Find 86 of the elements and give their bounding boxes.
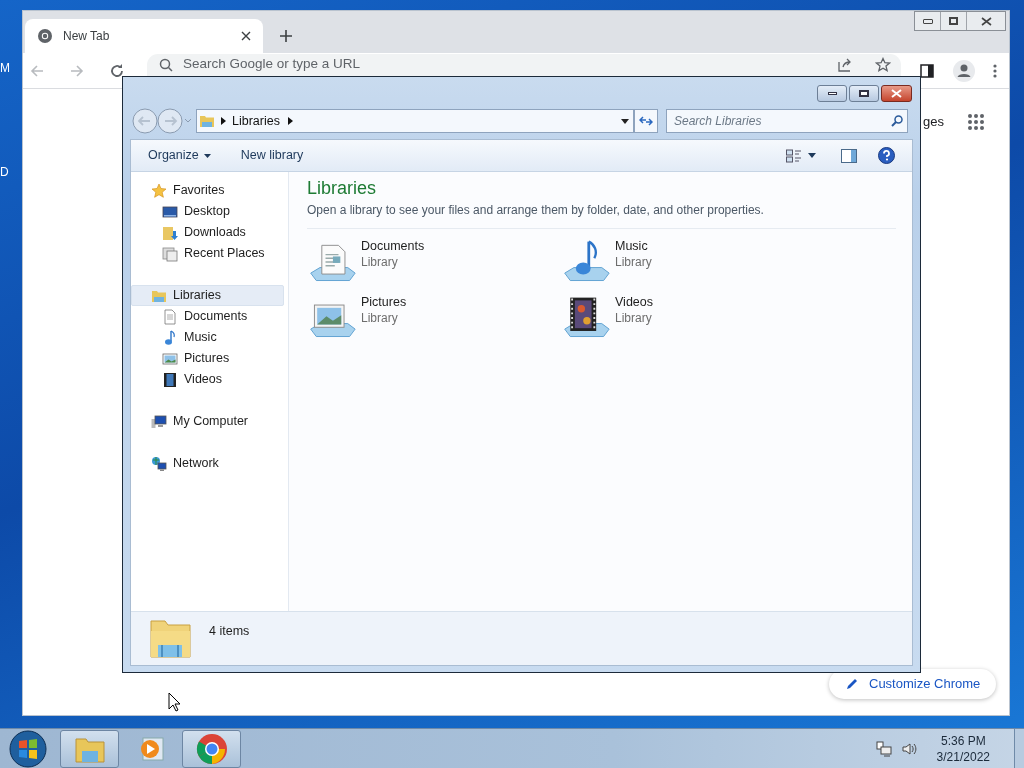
nav-item[interactable]: Desktop	[131, 201, 284, 222]
star-icon	[151, 182, 167, 199]
library-type: Library	[615, 310, 653, 326]
mouse-cursor-icon	[168, 692, 181, 712]
folder-icon	[162, 224, 178, 241]
library-item[interactable]: Videos Library	[561, 294, 815, 342]
nav-item[interactable]: Favorites	[131, 180, 284, 201]
maximize-button[interactable]	[849, 85, 879, 102]
omnibox-field[interactable]: Search Google or type a URL	[147, 53, 901, 76]
close-icon	[980, 16, 992, 26]
close-icon	[891, 89, 902, 98]
clock-date[interactable]: 3/21/2022	[936, 748, 990, 765]
desktop-icon-label: D	[0, 164, 9, 181]
breadcrumb-arrow-icon[interactable]	[221, 117, 226, 125]
library-type: Library	[615, 254, 652, 270]
nav-item[interactable]: Recent Places	[131, 243, 284, 264]
page-heading: Libraries	[307, 177, 378, 199]
folder-icon	[199, 113, 215, 129]
side-panel-icon[interactable]	[919, 62, 935, 79]
apps-grid-icon[interactable]	[967, 113, 985, 131]
library-type: Library	[361, 254, 399, 270]
recent-places-icon	[162, 245, 178, 262]
search-field[interactable]: Search Libraries	[666, 109, 908, 133]
page-description: Open a library to see your files and arrange them by folder, date, and other properties.	[307, 202, 765, 219]
images-link[interactable]: ges	[923, 112, 944, 132]
desktop-icon-label: M	[0, 60, 10, 77]
nav-item[interactable]: Network	[131, 453, 284, 474]
view-options-icon[interactable]	[786, 148, 802, 163]
dropdown-arrow-icon[interactable]	[808, 153, 816, 158]
film-icon	[162, 371, 178, 388]
picture-icon	[162, 350, 178, 367]
chrome-logo-icon	[37, 28, 53, 44]
nav-item[interactable]: Videos	[131, 369, 284, 390]
help-icon[interactable]	[878, 147, 895, 164]
new-library-button[interactable]: New library	[240, 146, 304, 165]
speaker-icon[interactable]	[900, 740, 917, 757]
nav-item[interactable]: Downloads	[131, 222, 284, 243]
dropdown-arrow-icon[interactable]	[621, 118, 629, 124]
nav-item[interactable]: My Computer	[131, 411, 284, 432]
breadcrumb-item[interactable]: Libraries	[232, 111, 280, 131]
music-note-icon	[162, 329, 178, 346]
nav-item[interactable]: Music	[131, 327, 284, 348]
library-name: Pictures	[361, 294, 407, 310]
close-button[interactable]	[881, 85, 912, 102]
library-name: Music	[615, 238, 649, 254]
library-item[interactable]: Music Library	[561, 238, 815, 286]
customize-chrome-button[interactable]: Customize Chrome	[829, 669, 997, 699]
address-bar[interactable]: Libraries	[196, 109, 634, 133]
network-icon	[151, 455, 167, 472]
network-tray-icon[interactable]	[875, 740, 892, 757]
desktop-icon	[162, 203, 178, 220]
taskbar-button[interactable]	[60, 729, 119, 768]
computer-icon	[151, 413, 167, 430]
menu-icon[interactable]	[993, 63, 997, 78]
search-icon	[891, 115, 903, 127]
share-icon[interactable]	[837, 56, 853, 73]
breadcrumb-arrow-icon[interactable]	[287, 117, 293, 125]
profile-avatar-icon[interactable]	[953, 59, 975, 82]
refresh-button[interactable]	[634, 109, 658, 133]
clock-time[interactable]: 5:36 PM	[940, 732, 986, 749]
organize-menu[interactable]: Organize	[148, 146, 211, 165]
reload-icon[interactable]	[109, 62, 125, 79]
minimize-button[interactable]	[817, 85, 847, 102]
start-button[interactable]	[9, 729, 47, 768]
library-type: Library	[361, 310, 399, 326]
close-icon[interactable]	[241, 31, 251, 41]
nav-item[interactable]: Libraries	[131, 285, 284, 306]
folder-icon	[149, 617, 193, 659]
pencil-icon	[845, 677, 859, 691]
search-icon	[159, 57, 173, 72]
refresh-icon	[639, 115, 653, 127]
document-icon	[162, 308, 178, 325]
library-name: Videos	[615, 294, 653, 310]
library-name: Documents	[361, 238, 425, 254]
nav-item[interactable]: Documents	[131, 306, 284, 327]
preview-pane-icon[interactable]	[841, 148, 857, 163]
new-tab-icon[interactable]	[279, 29, 293, 43]
item-count: 4 items	[209, 623, 250, 640]
library-item[interactable]: Pictures Library	[307, 294, 561, 342]
nav-item[interactable]: Pictures	[131, 348, 284, 369]
taskbar-button[interactable]	[182, 729, 241, 768]
caret-icon	[203, 153, 211, 158]
bookmark-star-icon[interactable]	[875, 56, 891, 73]
chrome-icon	[195, 732, 228, 765]
library-item[interactable]: Documents Library	[307, 238, 561, 286]
browser-tab[interactable]: New Tab	[25, 19, 263, 53]
